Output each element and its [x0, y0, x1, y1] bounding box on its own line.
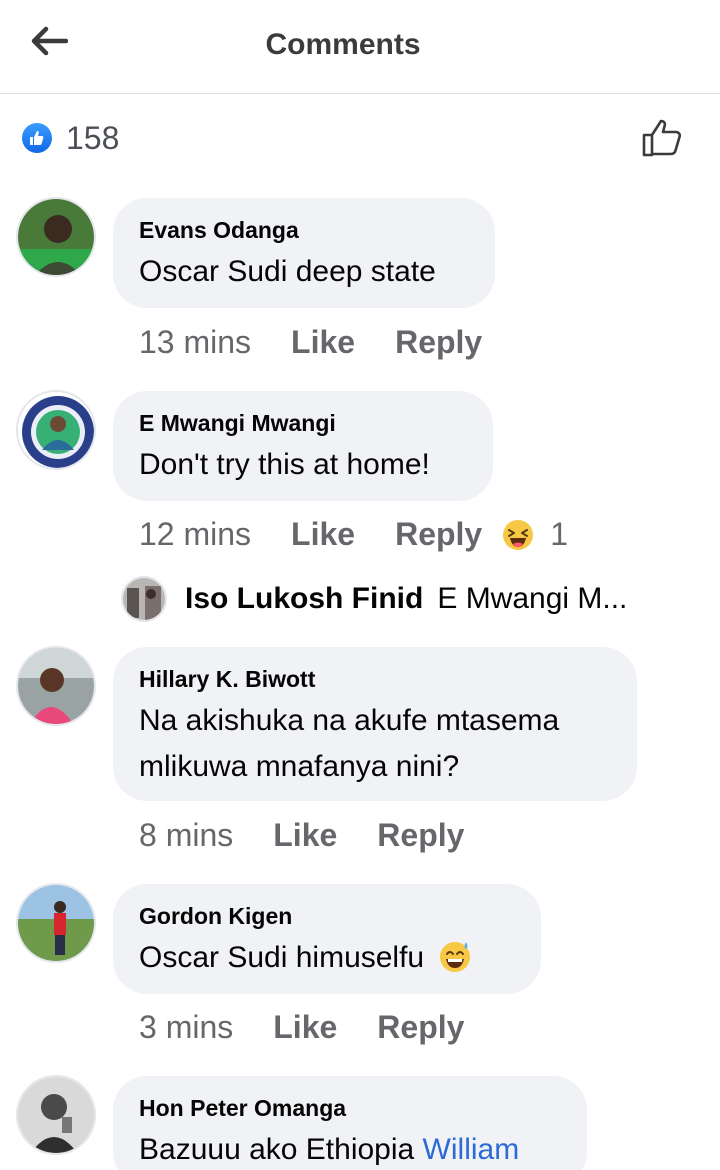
reply-button[interactable]: Reply — [377, 1009, 464, 1046]
comment-text-body: Bazuuu ako Ethiopia — [139, 1133, 415, 1166]
page-title: Comments — [265, 28, 421, 61]
comment-text: Bazuuu ako Ethiopia William — [139, 1126, 561, 1170]
comment-text: Oscar Sudi deep state — [139, 255, 436, 288]
comment-bubble[interactable]: Gordon Kigen Oscar Sudi himuselfu — [113, 884, 541, 994]
mention-link[interactable]: William — [423, 1133, 520, 1166]
comment-bubble[interactable]: E Mwangi Mwangi Don't try this at home! — [113, 391, 493, 501]
reply-snippet: E Mwangi M... — [437, 582, 628, 615]
reaction-count: 1 — [550, 516, 569, 552]
comment-time[interactable]: 12 mins — [139, 516, 251, 553]
comment-bubble[interactable]: Evans Odanga Oscar Sudi deep state — [113, 198, 495, 308]
reply-button[interactable]: Reply — [395, 324, 482, 361]
like-button[interactable]: Like — [291, 516, 355, 553]
top-bar: Comments — [0, 0, 720, 94]
avatar — [121, 576, 167, 622]
comment-actions: 13 mins Like Reply — [139, 324, 482, 361]
reply-preview[interactable]: Iso Lukosh Finid E Mwangi M... — [121, 574, 627, 624]
avatar[interactable] — [16, 883, 96, 963]
like-button[interactable]: Like — [273, 1009, 337, 1046]
reaction-summary[interactable]: 158 — [22, 118, 119, 158]
comment-actions: 12 mins Like Reply 1 — [139, 516, 568, 553]
laughing-emoji-icon[interactable] — [502, 519, 534, 551]
comment-actions: 3 mins Like Reply — [139, 1009, 464, 1046]
avatar[interactable] — [16, 390, 96, 470]
sweat-smile-emoji-icon — [440, 942, 471, 972]
comment-author[interactable]: Gordon Kigen — [139, 902, 515, 930]
comment-time[interactable]: 3 mins — [139, 1009, 233, 1046]
comment-author[interactable]: Hillary K. Biwott — [139, 665, 611, 693]
avatar[interactable] — [16, 1075, 96, 1155]
comment-bubble[interactable]: Hon Peter Omanga Bazuuu ako Ethiopia Wil… — [113, 1076, 587, 1170]
avatar[interactable] — [16, 197, 96, 277]
comment-author[interactable]: Hon Peter Omanga — [139, 1094, 561, 1122]
comment-time[interactable]: 8 mins — [139, 817, 233, 854]
like-button[interactable]: Like — [291, 324, 355, 361]
comment-text: Don't try this at home! — [139, 448, 430, 481]
avatar[interactable] — [16, 646, 96, 726]
thumbs-up-outline-icon[interactable] — [640, 117, 686, 159]
comment-text: Oscar Sudi himuselfu — [139, 934, 515, 982]
comment-text-body: Oscar Sudi himuselfu — [139, 941, 425, 974]
comment-time[interactable]: 13 mins — [139, 324, 251, 361]
like-button[interactable]: Like — [273, 817, 337, 854]
reaction-count: 158 — [66, 119, 120, 156]
comment-author[interactable]: E Mwangi Mwangi — [139, 409, 467, 437]
comment-text-line: mlikuwa mnafanya nini? — [139, 750, 460, 783]
reply-button[interactable]: Reply — [395, 516, 482, 553]
comment-actions: 8 mins Like Reply — [139, 817, 464, 854]
comment-text-line: Na akishuka na akufe mtasema — [139, 704, 560, 737]
reply-author: Iso Lukosh Finid — [185, 582, 424, 615]
comment-author[interactable]: Evans Odanga — [139, 216, 469, 244]
reply-button[interactable]: Reply — [377, 817, 464, 854]
comment-bubble[interactable]: Hillary K. Biwott Na akishuka na akufe m… — [113, 647, 637, 801]
like-reaction-icon — [22, 123, 52, 153]
